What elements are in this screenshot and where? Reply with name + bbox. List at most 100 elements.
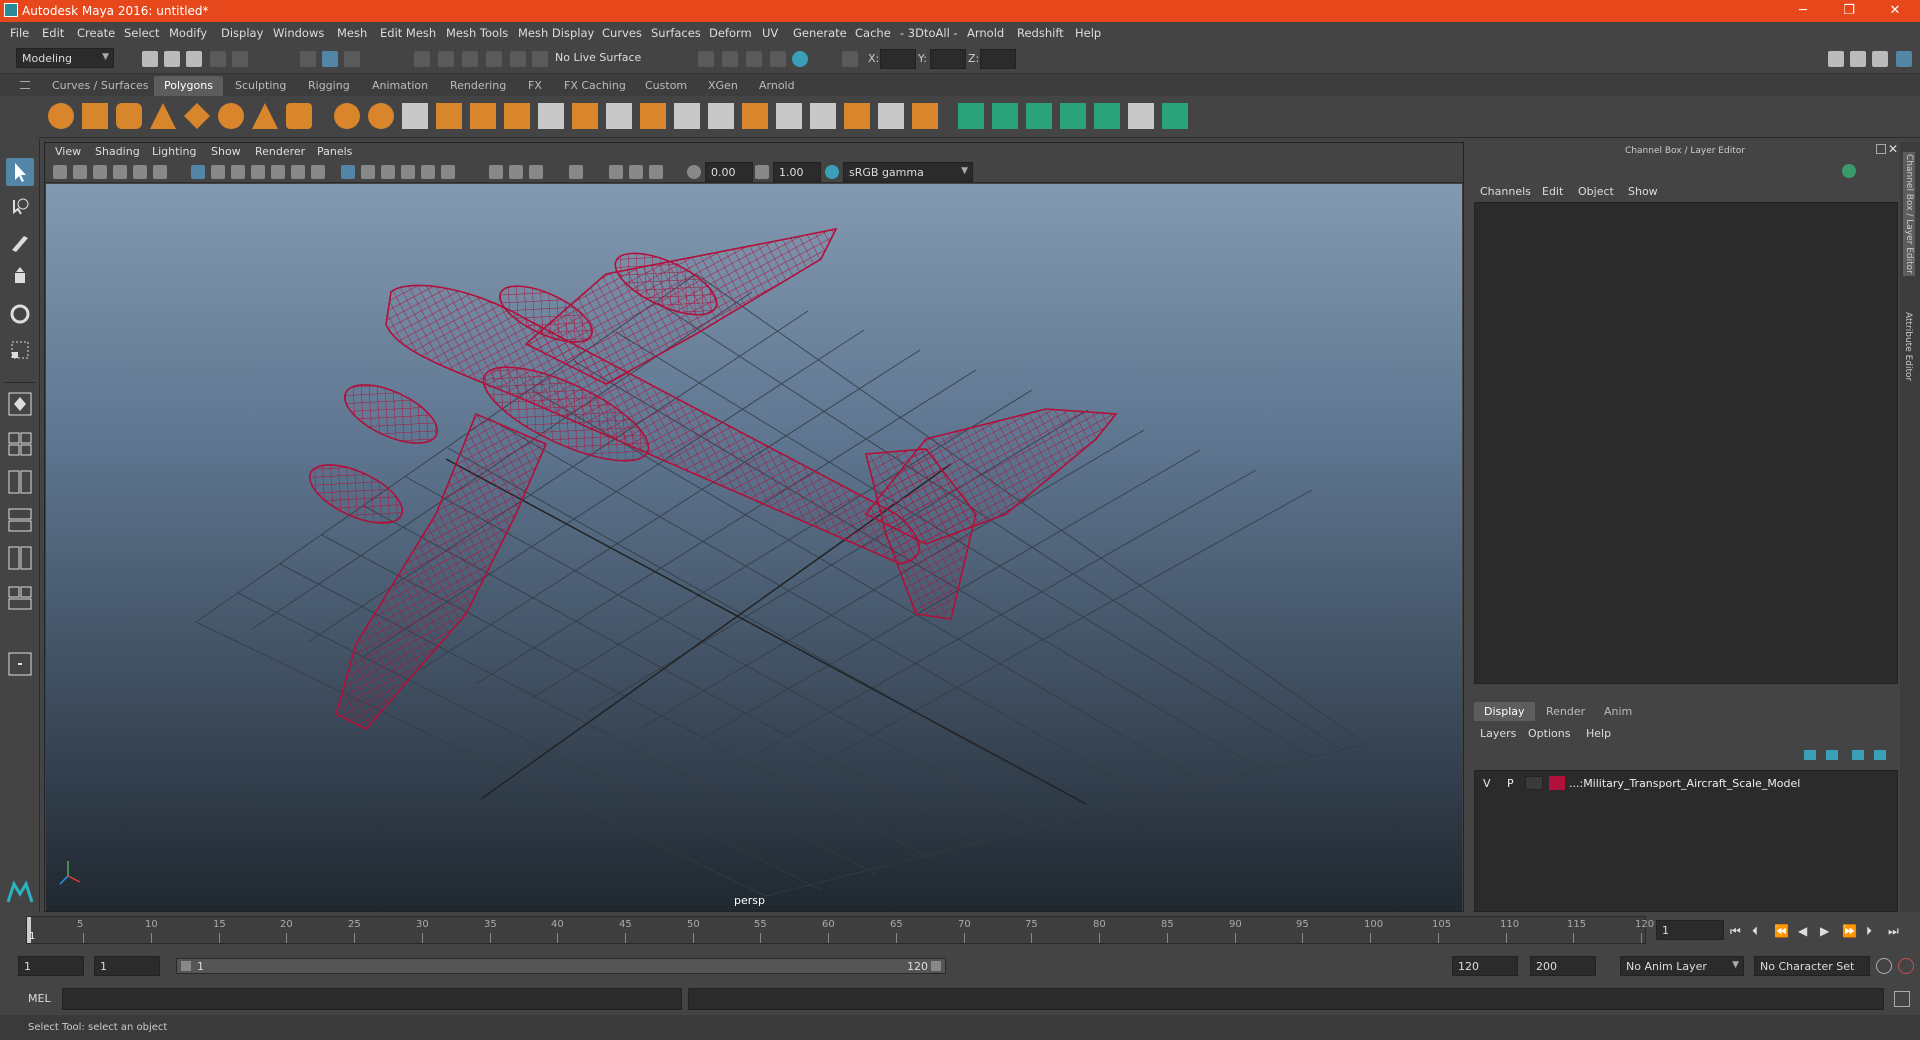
uv-layout-icon[interactable] [1162, 103, 1188, 129]
perspective-viewport[interactable]: persp [46, 184, 1462, 911]
automatic-uv-icon[interactable] [1060, 103, 1086, 129]
menu-edit-mesh[interactable]: Edit Mesh [380, 26, 436, 40]
gate-mask-icon[interactable] [251, 165, 265, 179]
time-ruler[interactable]: 1 5 10 15 20 25 30 35 40 45 50 55 60 65 70 75 80 85 90 95 1… [26, 916, 1654, 944]
snap-view-plane-icon[interactable] [486, 51, 502, 67]
single-perspective-layout-icon[interactable] [6, 390, 34, 418]
manipulator-icon[interactable] [1842, 164, 1856, 178]
transform-mode-icon[interactable] [842, 51, 858, 67]
tool-settings-toggle-icon[interactable] [1872, 51, 1888, 67]
snap-live-icon[interactable] [510, 51, 526, 67]
panel-menu-renderer[interactable]: Renderer [255, 145, 305, 158]
panel-menu-show[interactable]: Show [211, 145, 241, 158]
layer-tab-render[interactable]: Render [1536, 702, 1595, 721]
safe-action-icon[interactable] [291, 165, 305, 179]
side-tab-attribute-editor[interactable]: Attribute Editor [1903, 312, 1913, 381]
menu-surfaces[interactable]: Surfaces [651, 26, 701, 40]
tab-fx[interactable]: FX [518, 76, 552, 96]
combine-icon[interactable] [334, 103, 360, 129]
save-scene-icon[interactable] [186, 51, 202, 67]
new-scene-icon[interactable] [142, 51, 158, 67]
tab-animation[interactable]: Animation [362, 76, 438, 96]
lasso-tool-icon[interactable] [6, 192, 34, 220]
poly-cone-icon[interactable] [150, 103, 176, 129]
use-lights-icon[interactable] [401, 165, 415, 179]
current-frame-field[interactable]: 1 [1656, 920, 1724, 940]
boolean-icon[interactable] [742, 103, 768, 129]
image-plane-icon[interactable] [113, 165, 127, 179]
bridge-icon[interactable] [572, 103, 598, 129]
tab-curves-surfaces[interactable]: Curves / Surfaces [42, 76, 159, 96]
snap-magnet-icon[interactable] [532, 51, 548, 67]
custom-layout-icon[interactable] [6, 650, 34, 678]
step-back-frame-icon[interactable]: ⏴ [1752, 924, 1758, 939]
multi-cut-icon[interactable] [538, 103, 564, 129]
menu-generate[interactable]: Generate [793, 26, 847, 40]
layer-menu-layers[interactable]: Layers [1480, 727, 1516, 740]
menu-windows[interactable]: Windows [273, 26, 324, 40]
layer-row[interactable]: V P ...:Military_Transport_Aircraft_Scal… [1479, 775, 1895, 793]
grid-toggle-icon[interactable] [191, 165, 205, 179]
layer-tab-display[interactable]: Display [1474, 702, 1535, 721]
tab-rendering[interactable]: Rendering [440, 76, 516, 96]
menu-3dtoall[interactable]: - 3DtoAll - [900, 26, 958, 40]
exposure-icon[interactable] [687, 165, 701, 179]
tab-rigging[interactable]: Rigging [298, 76, 360, 96]
snap-point-icon[interactable] [462, 51, 478, 67]
redo-icon[interactable] [232, 51, 248, 67]
four-view-layout-icon[interactable] [6, 430, 34, 458]
range-bar[interactable]: 1 120 [176, 958, 946, 974]
exposure-field[interactable]: 0.00 [705, 162, 753, 182]
poly-pipe-icon[interactable] [286, 103, 312, 129]
depth-of-field-icon[interactable] [529, 165, 543, 179]
menu-cache[interactable]: Cache [855, 26, 891, 40]
x-field[interactable] [880, 49, 916, 69]
playback-start-field[interactable]: 1 [94, 956, 160, 976]
poly-cylinder-icon[interactable] [116, 103, 142, 129]
live-surface-field[interactable]: No Live Surface [550, 48, 650, 68]
select-tool-icon[interactable] [6, 158, 34, 186]
auto-key-icon[interactable] [1876, 958, 1892, 974]
quadrangulate-icon[interactable] [912, 103, 938, 129]
anti-aliasing-icon[interactable] [509, 165, 523, 179]
xray-joints-icon[interactable] [649, 165, 663, 179]
cb-menu-object[interactable]: Object [1578, 185, 1614, 198]
cylindrical-uv-icon[interactable] [992, 103, 1018, 129]
tab-custom[interactable]: Custom [635, 76, 697, 96]
step-forward-key-icon[interactable]: ⏩ [1842, 924, 1857, 938]
command-language-label[interactable]: MEL [28, 992, 51, 1005]
reduce-icon[interactable] [810, 103, 836, 129]
color-space-dropdown[interactable]: sRGB gamma ▼ [843, 162, 973, 182]
maximize-button[interactable]: ❐ [1826, 0, 1872, 22]
camera-attributes-icon[interactable] [73, 165, 87, 179]
attribute-editor-toggle-icon[interactable] [1850, 51, 1866, 67]
scale-tool-icon[interactable] [6, 336, 34, 364]
maya-home-icon[interactable] [6, 878, 34, 906]
smooth-shade-icon[interactable] [361, 165, 375, 179]
move-layer-up-icon[interactable] [1804, 750, 1816, 760]
snap-grid-icon[interactable] [414, 51, 430, 67]
film-gate-icon[interactable] [211, 165, 225, 179]
modeling-toolkit-icon[interactable] [1828, 51, 1844, 67]
panel-menu-view[interactable]: View [55, 145, 81, 158]
step-back-key-icon[interactable]: ⏪ [1774, 924, 1789, 938]
menu-arnold[interactable]: Arnold [967, 26, 1004, 40]
layer-tab-anim[interactable]: Anim [1594, 702, 1642, 721]
anim-layer-dropdown[interactable]: No Anim Layer ▼ [1620, 956, 1744, 976]
open-scene-icon[interactable] [164, 51, 180, 67]
close-panel-icon[interactable]: ✕ [1888, 142, 1898, 156]
z-field[interactable] [980, 49, 1016, 69]
float-panel-icon[interactable] [1876, 144, 1886, 154]
menu-mesh-tools[interactable]: Mesh Tools [446, 26, 508, 40]
shelf-menu-icon[interactable] [20, 81, 30, 89]
new-empty-layer-icon[interactable] [1852, 750, 1864, 760]
menu-file[interactable]: File [10, 26, 29, 40]
layer-name[interactable]: ...:Military_Transport_Aircraft_Scale_Mo… [1569, 777, 1800, 790]
menu-modify[interactable]: Modify [169, 26, 207, 40]
ambient-occlusion-icon[interactable] [441, 165, 455, 179]
menu-help[interactable]: Help [1075, 26, 1101, 40]
triangulate-icon[interactable] [878, 103, 904, 129]
hypershade-layout-icon[interactable] [6, 544, 34, 572]
cb-menu-channels[interactable]: Channels [1480, 185, 1531, 198]
menu-deform[interactable]: Deform [709, 26, 752, 40]
